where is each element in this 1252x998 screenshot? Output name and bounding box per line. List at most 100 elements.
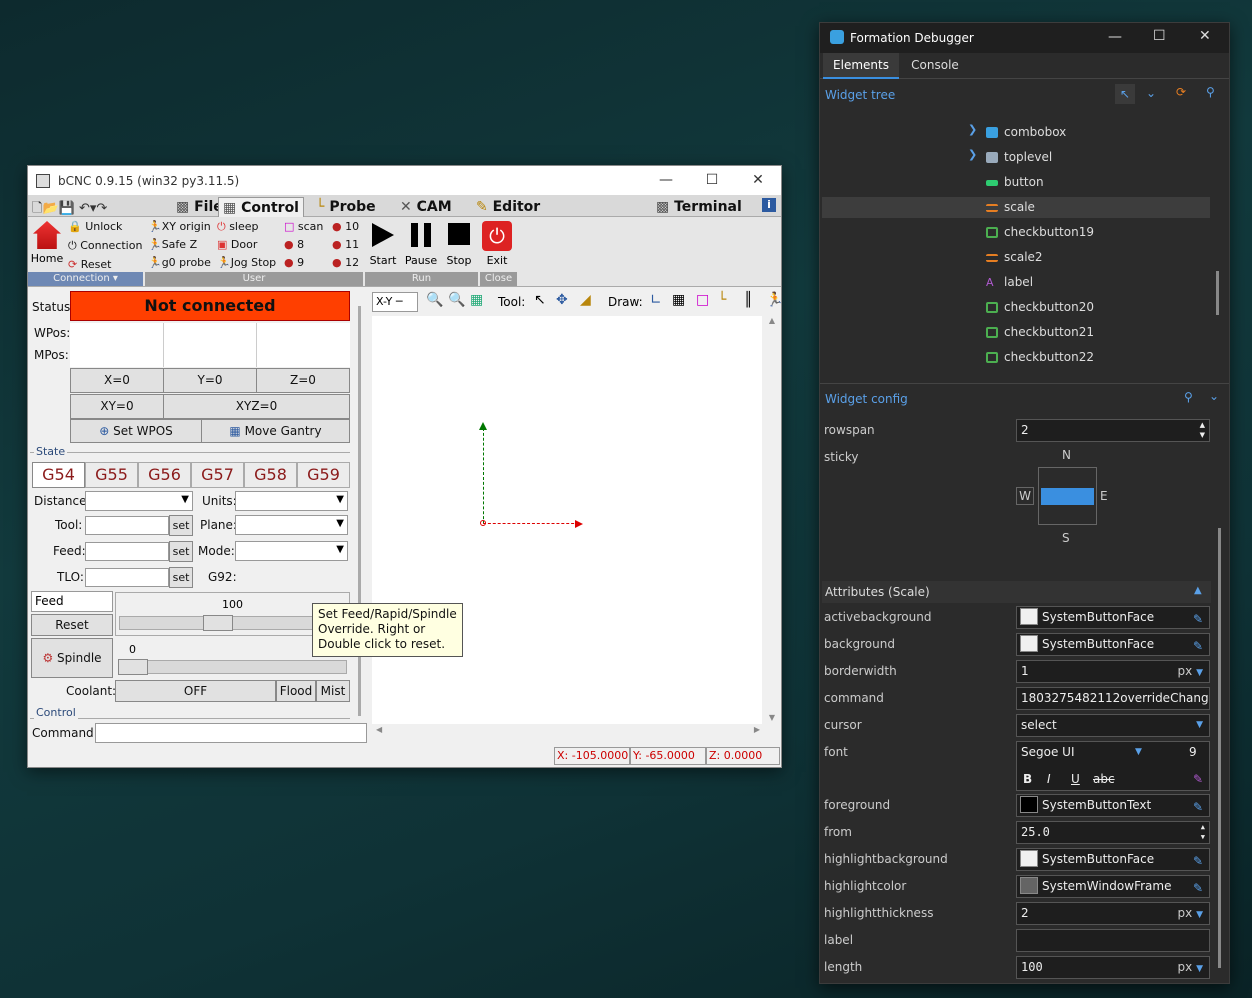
g0-probe-button[interactable]: 🏃g0 probe [148, 256, 211, 269]
maximize-button[interactable]: ☐ [689, 166, 735, 195]
tree-item[interactable]: checkbutton22 [986, 350, 1094, 364]
probe-draw-icon[interactable]: └ [718, 292, 726, 308]
spinner-icon[interactable]: ▲ ▼ [1201, 822, 1205, 842]
pan-icon[interactable]: ✥ [556, 292, 568, 308]
y-zero-button[interactable]: Y=0 [163, 368, 257, 393]
search-icon[interactable]: ⚲ [1206, 85, 1215, 99]
sticky-e[interactable]: E [1100, 489, 1108, 503]
tlo-input[interactable] [85, 568, 169, 587]
connection-group-label[interactable]: Connection ▾ [28, 272, 143, 286]
spindle-slider-handle[interactable] [118, 659, 148, 675]
command-input[interactable] [95, 723, 367, 743]
runner-icon[interactable]: 🏃 [766, 292, 783, 308]
maximize-button[interactable]: ☐ [1153, 28, 1166, 44]
tree-item[interactable]: Alabel [986, 275, 1033, 289]
set-wpos-button[interactable]: ⊕ Set WPOS [70, 419, 202, 443]
sleep-button[interactable]: ⏻ sleep [217, 220, 259, 234]
zoom-in-icon[interactable]: 🔍 [426, 292, 443, 308]
ruler-icon[interactable]: ◢ [580, 292, 591, 308]
xy-origin-button[interactable]: 🏃XY origin [148, 220, 211, 233]
tree-item[interactable]: scale [986, 200, 1035, 214]
reset-button[interactable]: ⟳ Reset [68, 258, 111, 271]
feed-set-button[interactable]: set [169, 541, 193, 562]
tab-terminal[interactable]: ▩ Terminal [656, 197, 742, 217]
info-icon[interactable]: i [762, 198, 776, 212]
refresh-icon[interactable]: ⟳ [1176, 85, 1186, 99]
bold-icon[interactable]: B [1023, 769, 1032, 790]
g56-tab[interactable]: G56 [138, 462, 191, 488]
unit-select[interactable]: px ▼ [1178, 661, 1203, 682]
g55-tab[interactable]: G55 [85, 462, 138, 488]
config-scrollbar[interactable] [1218, 528, 1221, 968]
user-button-8[interactable]: ● 8 [284, 238, 304, 251]
margin-icon[interactable]: □ [696, 292, 709, 308]
jog-stop-button[interactable]: 🏃Jog Stop [217, 256, 276, 269]
spinner-icon[interactable]: ▲ ▼ [1200, 420, 1205, 440]
exit-button[interactable]: ⏻ Exit [482, 221, 512, 267]
rowspan-input[interactable]: 2 ▲ ▼ [1016, 419, 1210, 442]
expand-chevron-icon[interactable]: ❯ [968, 123, 977, 136]
g59-tab[interactable]: G59 [297, 462, 350, 488]
tab-probe[interactable]: └ Probe [316, 197, 376, 217]
attr-activebackground[interactable]: SystemButtonFace ✎ [1016, 606, 1210, 629]
user-button-12[interactable]: ● 12 [332, 256, 359, 269]
sticky-s[interactable]: S [1062, 531, 1070, 545]
sticky-n[interactable]: N [1062, 448, 1071, 462]
color-picker-icon[interactable]: ✎ [1193, 797, 1203, 816]
zoom-out-icon[interactable]: 🔍 [448, 292, 465, 308]
select-cursor-icon[interactable]: ↖ [534, 292, 546, 308]
attr-from[interactable]: 25.0 ▲ ▼ [1016, 821, 1210, 844]
color-picker-icon[interactable]: ✎ [1193, 878, 1203, 897]
chevron-down-icon[interactable]: ⌄ [1146, 86, 1156, 100]
user-button-9[interactable]: ● 9 [284, 256, 304, 269]
collapse-icon[interactable]: ▲ [1194, 585, 1202, 596]
override-select[interactable]: Feed▼ [31, 591, 136, 612]
strikethrough-icon[interactable]: abc [1093, 769, 1115, 790]
underline-icon[interactable]: U [1071, 769, 1080, 790]
unlock-button[interactable]: 🔒 Unlock [68, 220, 122, 233]
chevron-down-icon[interactable]: ⌄ [1209, 389, 1219, 403]
attr-cursor[interactable]: select ▼ [1016, 714, 1210, 737]
attr-borderwidth[interactable]: 1 px ▼ [1016, 660, 1210, 683]
start-button[interactable]: Start [368, 223, 398, 267]
tool-set-button[interactable]: set [169, 515, 193, 536]
unit-select[interactable]: px ▼ [1178, 957, 1203, 978]
canvas-hscroll[interactable]: ◀ ▶ [372, 725, 764, 741]
font-size[interactable]: 9 [1189, 742, 1197, 763]
spindle-button[interactable]: ⚙ Spindle [31, 638, 113, 678]
color-picker-icon[interactable]: ✎ [1193, 636, 1203, 655]
tlo-set-button[interactable]: set [169, 567, 193, 588]
tree-item[interactable]: scale2 [986, 250, 1043, 264]
attr-highlightcolor[interactable]: SystemWindowFrame ✎ [1016, 875, 1210, 898]
grid-icon[interactable]: ▦ [672, 292, 685, 308]
view-select[interactable]: X-Y ─ [372, 292, 418, 312]
xy-zero-button[interactable]: XY=0 [70, 394, 164, 419]
italic-icon[interactable]: I [1047, 769, 1051, 790]
unit-select[interactable]: px ▼ [1178, 903, 1203, 924]
pause-button[interactable]: Pause [404, 223, 438, 267]
color-picker-icon[interactable]: ✎ [1193, 851, 1203, 870]
tool-input[interactable] [85, 516, 169, 535]
tab-file[interactable]: ▩ File [176, 197, 223, 217]
attr-label-input[interactable] [1016, 929, 1210, 952]
sticky-box[interactable] [1038, 467, 1097, 525]
tab-control[interactable]: ▦ Control [218, 197, 304, 217]
zoom-fit-icon[interactable]: ▦ [470, 292, 483, 308]
gcode-canvas[interactable] [372, 316, 762, 724]
canvas-vscroll[interactable]: ▲ ▼ [764, 316, 780, 724]
user-button-10[interactable]: ● 10 [332, 220, 359, 233]
expand-chevron-icon[interactable]: ❯ [968, 148, 977, 161]
minimize-button[interactable]: — [643, 166, 689, 195]
stop-button[interactable]: Stop [444, 223, 474, 267]
attr-background[interactable]: SystemButtonFace ✎ [1016, 633, 1210, 656]
axes-icon[interactable]: ∟ [650, 292, 662, 308]
home-button[interactable]: Home [30, 221, 64, 265]
connection-button[interactable]: ⏻ Connection [68, 239, 142, 253]
attr-highlightbackground[interactable]: SystemButtonFace ✎ [1016, 848, 1210, 871]
override-reset-button[interactable]: Reset [31, 614, 113, 636]
x-zero-button[interactable]: X=0 [70, 368, 164, 393]
tab-editor[interactable]: ✎ Editor [476, 197, 540, 217]
tab-console[interactable]: Console [900, 53, 970, 79]
flood-button[interactable]: Flood [276, 680, 316, 702]
tree-item[interactable]: button [986, 175, 1044, 189]
